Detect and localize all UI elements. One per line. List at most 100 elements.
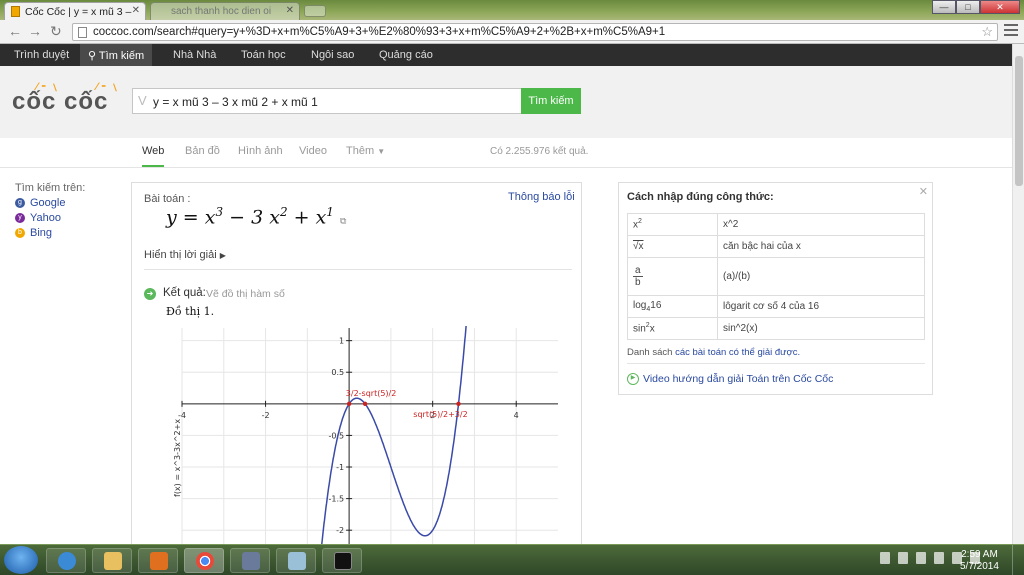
yahoo-icon: y: [15, 213, 25, 223]
plot-grid: [181, 328, 558, 546]
tab-more-label: Thêm: [346, 145, 375, 157]
nav-stars[interactable]: Ngôi sao: [311, 49, 354, 61]
folder-icon: [104, 552, 122, 570]
expr-base: sin: [633, 323, 646, 335]
url-input[interactable]: coccoc.com/search#query=y+%3D+x+m%C5%A9+…: [72, 23, 998, 41]
windows-taskbar: 2:59 AM 5/7/2014: [0, 544, 1024, 575]
result-count: Có 2.255.976 kết quả.: [490, 146, 589, 157]
tab-web[interactable]: Web: [142, 145, 165, 167]
other-engines-heading: Tìm kiếm trên:: [15, 182, 86, 194]
taskbar-app[interactable]: [276, 548, 316, 573]
search-button[interactable]: Tìm kiếm: [521, 88, 581, 114]
triangle-right-icon: ▶: [219, 251, 226, 260]
nav-search-label: Tìm kiếm: [98, 50, 145, 62]
taskbar-ie[interactable]: [46, 548, 86, 573]
result-description: Vẽ đồ thị hàm số: [206, 288, 285, 300]
tab-close-icon-2[interactable]: ✕: [286, 5, 294, 16]
taskbar-media[interactable]: [138, 548, 178, 573]
y-tick-label: -2: [336, 526, 344, 535]
coccoc-logo[interactable]: cốc cốc: [12, 88, 108, 116]
taskbar-clock[interactable]: 2:59 AM 5/7/2014: [960, 549, 999, 573]
reload-icon[interactable]: ↻: [50, 23, 62, 40]
y-tick-label: 0.5: [331, 368, 344, 377]
hint-expr: ab: [627, 257, 718, 296]
engine-label: Google: [30, 197, 66, 209]
tab-more[interactable]: Thêm ▼: [346, 145, 385, 157]
solvable-list-link[interactable]: các bài toán có thể giải được.: [675, 347, 800, 358]
frac-num: a: [633, 264, 643, 277]
nav-browser[interactable]: Trình duyệt: [14, 49, 69, 61]
report-error-link[interactable]: Thông báo lỗi: [508, 191, 575, 203]
expr-tail: x: [649, 323, 655, 335]
chrome-icon: [196, 552, 214, 570]
result-arrow-icon: ➜: [144, 288, 156, 300]
root-annotation: sqrt(5)/2+3/2: [413, 410, 467, 419]
hint-desc: (a)/(b): [717, 257, 925, 296]
tab-close-icon[interactable]: ✕: [132, 5, 140, 16]
cmd-icon: [334, 552, 352, 570]
tab-active[interactable]: Cốc Cốc | y = x mũ 3 – 3 x mũ 2 + x mũ 1…: [4, 2, 146, 20]
copy-icon[interactable]: ⧉: [340, 216, 346, 226]
show-desktop-button[interactable]: [1012, 545, 1024, 575]
magnifier-icon: ⚲: [88, 50, 97, 62]
y-tick-label: -1.5: [329, 495, 345, 504]
formula-lhs: y: [166, 206, 177, 229]
nav-nhanha[interactable]: Nhà Nhà: [173, 49, 216, 61]
address-bar-row: ← → ↻ coccoc.com/search#query=y+%3D+x+m%…: [0, 20, 1024, 44]
tray-icon-1[interactable]: [880, 552, 890, 564]
hint-note: Danh sách các bài toán có thể giải được.: [627, 347, 800, 358]
show-solution-toggle[interactable]: Hiển thị lời giải ▶: [144, 249, 226, 261]
close-window-icon[interactable]: ✕: [980, 0, 1020, 14]
nav-ads[interactable]: Quảng cáo: [379, 49, 433, 61]
clock-date: 5/7/2014: [960, 561, 999, 572]
new-tab-button[interactable]: [304, 5, 326, 17]
taskbar-chrome[interactable]: [184, 548, 224, 573]
hint-expr: √x: [627, 235, 718, 258]
tray-icon-2[interactable]: [898, 552, 908, 564]
tab-images[interactable]: Hình ảnh: [238, 145, 283, 157]
engine-google[interactable]: g Google: [15, 197, 85, 209]
divider: [627, 363, 925, 364]
close-icon[interactable]: ✕: [919, 185, 928, 198]
app-icon: [288, 552, 306, 570]
tab-title-2: sach thanh hoc dien oi: [171, 6, 272, 17]
graph-label: Đồ thị 1.: [166, 305, 215, 318]
bookmark-star-icon[interactable]: ☆: [981, 24, 993, 40]
minimize-icon[interactable]: —: [932, 0, 956, 14]
frac-den: b: [635, 276, 641, 288]
y-tick-label: -0.5: [329, 431, 345, 440]
y-axis-label: f(x) = x^3-3x^2+x: [173, 419, 182, 497]
tray-icon-3[interactable]: [916, 552, 926, 564]
video-guide-link[interactable]: ▶ Video hướng dẫn giải Toán trên Cốc Cốc: [627, 373, 833, 385]
other-engines: Tìm kiếm trên: g Google y Yahoo b Bing: [15, 182, 85, 242]
search-input[interactable]: V y = x mũ 3 – 3 x mũ 2 + x mũ 1: [132, 88, 522, 114]
signal-icon[interactable]: [934, 552, 944, 564]
taskbar-cmd[interactable]: [322, 548, 362, 573]
hint-desc: lôgarit cơ số 4 của 16: [717, 295, 925, 318]
engine-yahoo[interactable]: y Yahoo: [15, 212, 85, 224]
engine-label: Bing: [30, 227, 53, 239]
engine-bing[interactable]: b Bing: [15, 227, 85, 239]
page-icon: [78, 27, 87, 38]
start-button[interactable]: [4, 546, 38, 574]
taskbar-explorer[interactable]: [92, 548, 132, 573]
back-arrow-icon[interactable]: ←: [8, 23, 22, 39]
scrollbar-thumb[interactable]: [1015, 56, 1023, 186]
ie-icon: [58, 552, 76, 570]
maximize-icon[interactable]: □: [956, 0, 980, 14]
nav-search[interactable]: ⚲ Tìm kiếm: [80, 44, 153, 66]
tab-video[interactable]: Video: [299, 145, 327, 157]
page-scrollbar[interactable]: [1012, 44, 1024, 544]
nav-math[interactable]: Toán học: [241, 49, 286, 61]
y-tick-label: -1: [336, 463, 344, 472]
hint-table: x2 x^2 √x căn bậc hai của x ab (a)/(b) l…: [627, 213, 925, 340]
expr-base: log: [633, 300, 647, 311]
browser-menu-icon[interactable]: [1004, 24, 1018, 36]
forward-arrow-icon[interactable]: →: [28, 23, 42, 39]
function-plot: -4 -2 2 410.5-0.5-1-1.5-2 3/2-sqrt(5)/2sqrt…: [173, 325, 558, 546]
taskbar-network[interactable]: [230, 548, 270, 573]
tab-inactive[interactable]: sach thanh hoc dien oi ✕: [150, 2, 300, 20]
media-player-icon: [150, 552, 168, 570]
browser-tab-strip: Cốc Cốc | y = x mũ 3 – 3 x mũ 2 + x mũ 1…: [0, 0, 1024, 20]
tab-maps[interactable]: Bản đồ: [185, 145, 220, 157]
